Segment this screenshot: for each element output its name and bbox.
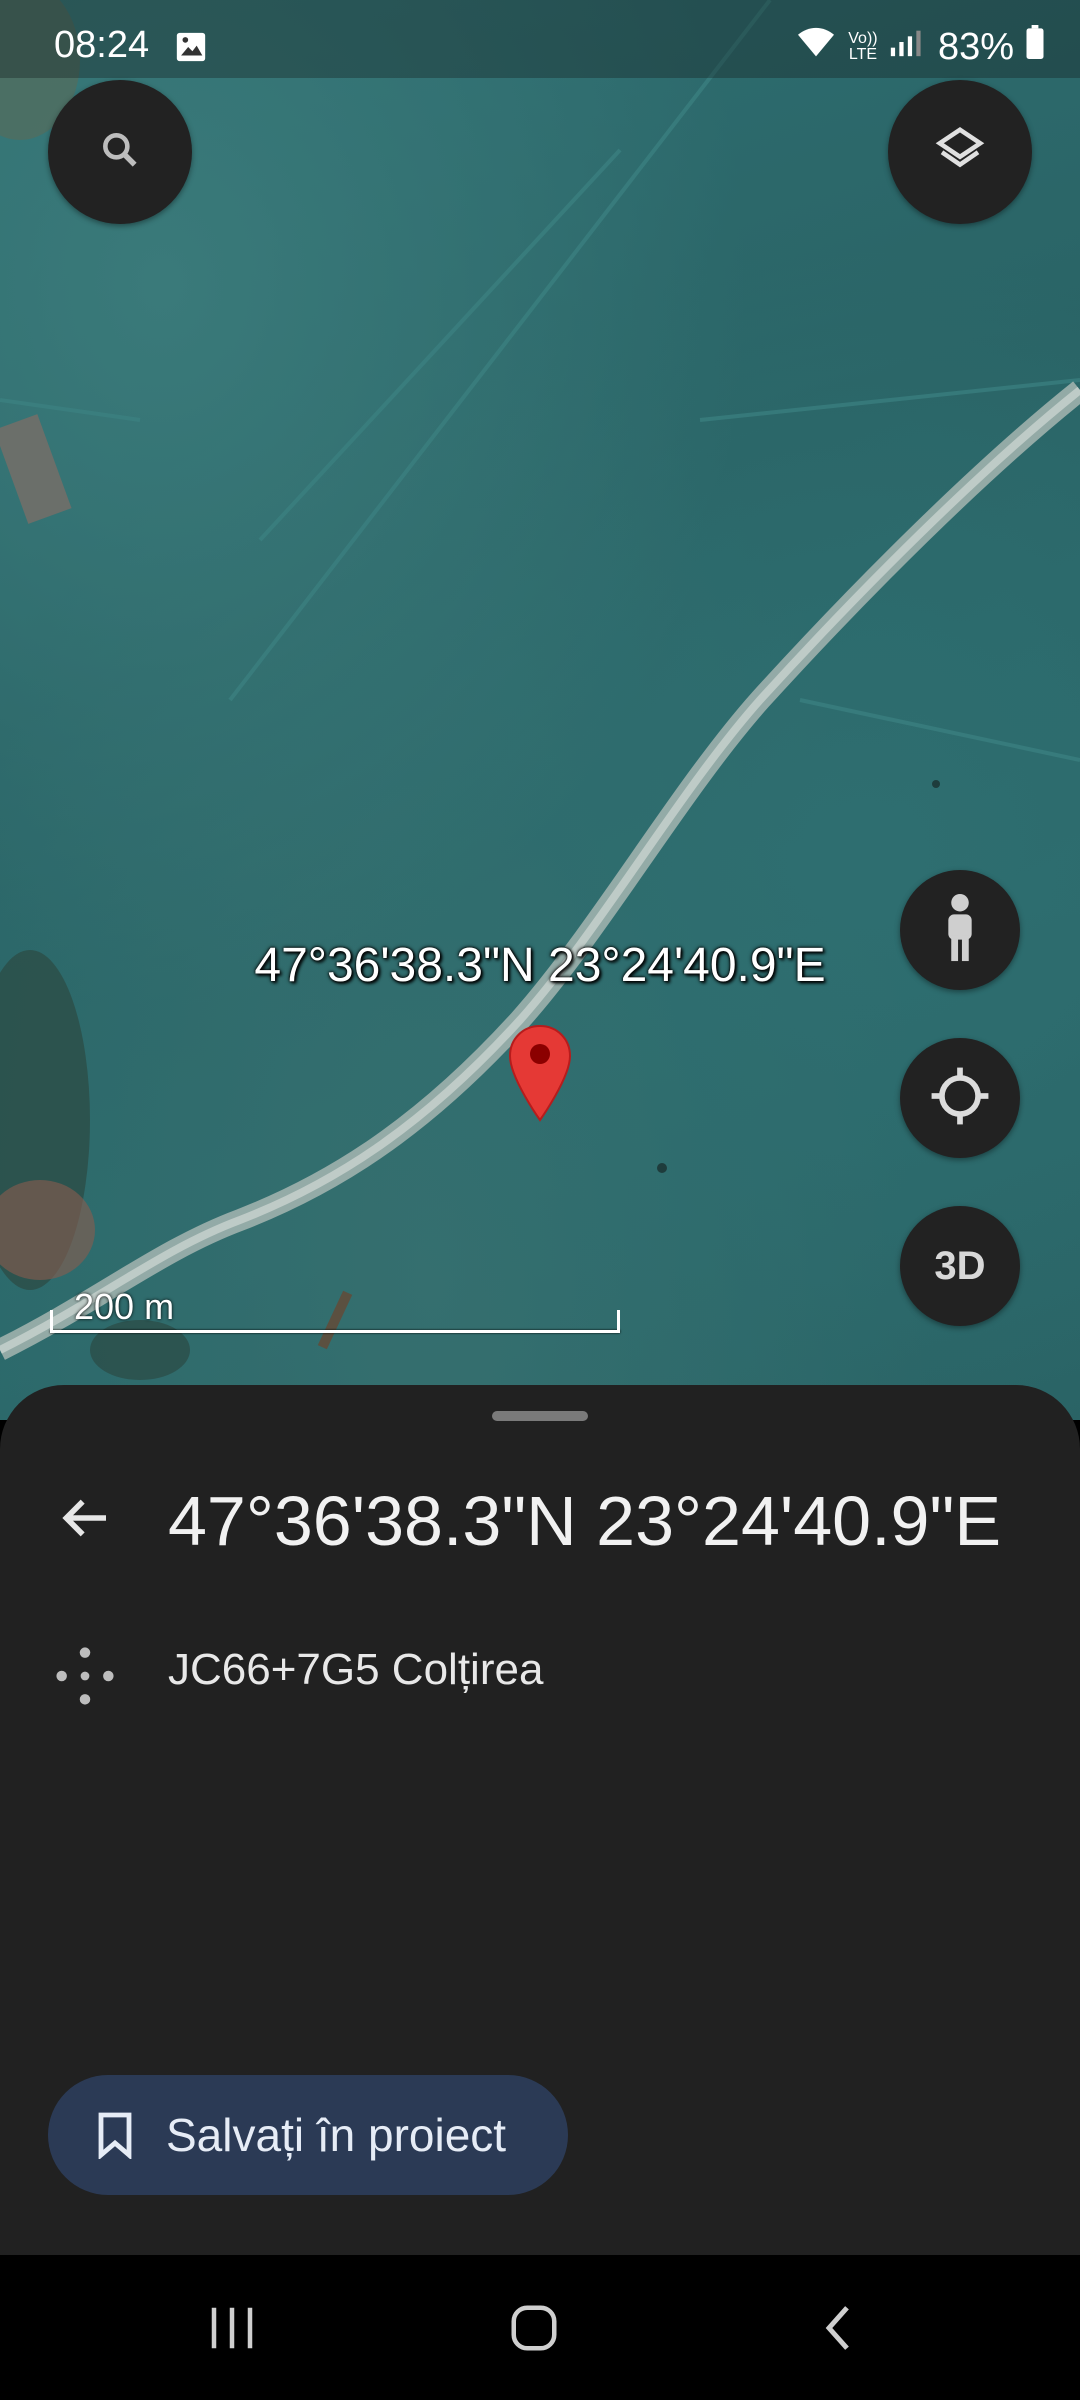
satellite-map[interactable] — [0, 0, 1080, 1420]
nav-back-button[interactable] — [778, 2295, 898, 2365]
home-button[interactable] — [474, 2295, 594, 2365]
recents-button[interactable] — [172, 2295, 292, 2365]
scale-tick-left — [50, 1310, 53, 1332]
place-bottom-sheet[interactable]: 47°36'38.3"N 23°24'40.9"E JC66+7G5 Colți… — [0, 1385, 1080, 2255]
back-button[interactable] — [50, 1485, 120, 1555]
scale-line — [50, 1330, 620, 1333]
scale-bar: 200 m — [50, 1286, 622, 1336]
bookmark-icon — [94, 2111, 136, 2159]
map-coordinate-label: 47°36'38.3"N 23°24'40.9"E — [254, 939, 826, 992]
plus-code-icon — [50, 1641, 120, 1716]
volte-icon: Vo)) LTE — [848, 30, 878, 63]
status-time: 08:24 — [54, 24, 150, 66]
crosshair-icon — [929, 1065, 991, 1132]
navigation-bar — [0, 2255, 1080, 2400]
battery-percent: 83% — [937, 25, 1014, 68]
my-location-button[interactable] — [900, 1038, 1020, 1158]
home-icon — [507, 2301, 561, 2360]
drag-handle[interactable] — [492, 1411, 588, 1421]
place-title: 47°36'38.3"N 23°24'40.9"E — [168, 1482, 1002, 1560]
save-button-label: Salvați în proiect — [166, 2109, 507, 2161]
signal-icon — [888, 25, 922, 69]
scale-tick-right — [617, 1310, 620, 1332]
gallery-icon — [174, 30, 208, 74]
layers-icon — [933, 123, 987, 182]
back-icon — [816, 2301, 860, 2360]
wifi-icon — [794, 24, 838, 70]
building — [0, 414, 72, 524]
map-features — [0, 0, 1080, 1380]
scale-label: 200 m — [74, 1286, 175, 1327]
map-pin-icon[interactable] — [508, 1024, 572, 1129]
status-bar: 08:24 Vo)) LTE 83% — [0, 0, 1080, 78]
status-icons: Vo)) LTE 83% — [794, 24, 1046, 70]
save-to-project-button[interactable]: Salvați în proiect — [48, 2075, 568, 2195]
battery-icon — [1024, 25, 1046, 69]
recents-icon — [205, 2303, 259, 2358]
arrow-left-icon — [57, 1490, 113, 1551]
layers-button[interactable] — [888, 80, 1032, 224]
search-icon — [98, 128, 142, 177]
search-button[interactable] — [48, 80, 192, 224]
plus-code[interactable]: JC66+7G5 Colțirea — [168, 1645, 543, 1695]
three-d-button[interactable]: 3D — [900, 1206, 1020, 1326]
